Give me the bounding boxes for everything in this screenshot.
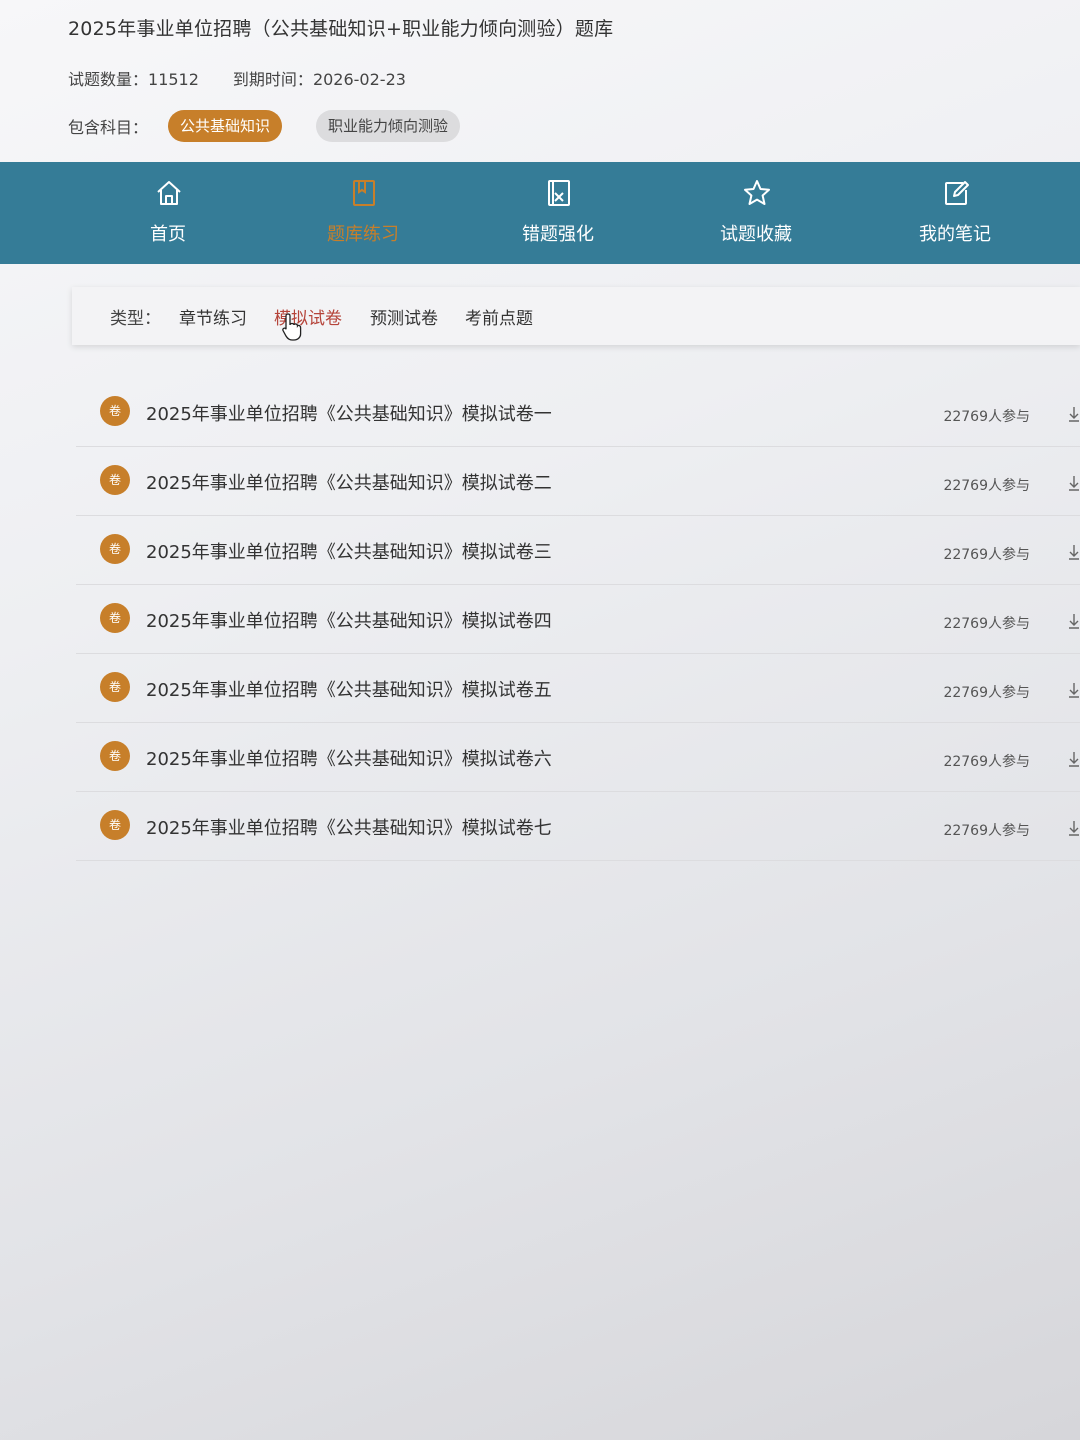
participant-count: 22769人参与 <box>943 547 1030 563</box>
subjects-row: 包含科目： 公共基础知识 职业能力倾向测验 <box>68 110 494 142</box>
expiry-label: 到期时间： <box>232 70 313 89</box>
subjects-label: 包含科目： <box>68 118 149 137</box>
filter-label: 类型： <box>110 309 161 329</box>
filter-option-key-points[interactable]: 考前点题 <box>465 304 533 329</box>
list-item[interactable]: 卷 2025年事业单位招聘《公共基础知识》模拟试卷三 22769人参与 <box>76 516 1080 585</box>
paper-title[interactable]: 2025年事业单位招聘《公共基础知识》模拟试卷二 <box>146 469 552 495</box>
paper-title[interactable]: 2025年事业单位招聘《公共基础知识》模拟试卷五 <box>146 676 552 702</box>
participant-count: 22769人参与 <box>943 616 1030 632</box>
participant-count: 22769人参与 <box>943 478 1030 494</box>
nav-label-practice: 题库练习 <box>327 224 399 245</box>
participant-count: 22769人参与 <box>943 685 1030 701</box>
question-bank-header: 2025年事业单位招聘（公共基础知识+职业能力倾向测验）题库 试题数量：1151… <box>0 0 1080 162</box>
nav-label-home: 首页 <box>150 224 186 245</box>
participant-count: 22769人参与 <box>943 754 1030 770</box>
home-icon <box>157 181 181 205</box>
question-count-label: 试题数量： <box>68 70 149 89</box>
download-icon[interactable] <box>1068 611 1080 629</box>
nav-item-notes[interactable]: 我的笔记 <box>880 162 1030 264</box>
subject-pill-aptitude-test[interactable]: 职业能力倾向测验 <box>316 110 461 142</box>
nav-item-wrong-questions[interactable]: 错题强化 <box>483 162 633 264</box>
paper-badge: 卷 <box>100 396 130 426</box>
nav-label-notes: 我的笔记 <box>919 224 991 245</box>
participant-count: 22769人参与 <box>943 823 1030 839</box>
nav-item-practice[interactable]: 题库练习 <box>288 162 438 264</box>
main-nav: 首页 题库练习 错题强化 试题收藏 我的笔记 <box>0 162 1080 264</box>
filter-option-forecast[interactable]: 预测试卷 <box>370 304 438 329</box>
subject-pill-public-knowledge[interactable]: 公共基础知识 <box>168 110 283 142</box>
list-item[interactable]: 卷 2025年事业单位招聘《公共基础知识》模拟试卷二 22769人参与 <box>76 447 1080 516</box>
list-item[interactable]: 卷 2025年事业单位招聘《公共基础知识》模拟试卷一 22769人参与 <box>76 378 1080 447</box>
nav-item-home[interactable]: 首页 <box>93 162 243 264</box>
page-title: 2025年事业单位招聘（公共基础知识+职业能力倾向测验）题库 <box>68 18 614 40</box>
filter-option-chapter[interactable]: 章节练习 <box>179 304 247 329</box>
edit-note-icon <box>945 181 969 205</box>
question-count: 试题数量：11512 <box>68 66 199 90</box>
star-icon <box>744 180 770 205</box>
paper-badge: 卷 <box>100 534 130 564</box>
paper-title[interactable]: 2025年事业单位招聘《公共基础知识》模拟试卷三 <box>146 538 552 564</box>
download-icon[interactable] <box>1068 542 1080 560</box>
list-item[interactable]: 卷 2025年事业单位招聘《公共基础知识》模拟试卷四 22769人参与 <box>76 585 1080 654</box>
paper-title[interactable]: 2025年事业单位招聘《公共基础知识》模拟试卷七 <box>146 814 552 840</box>
nav-item-favorites[interactable]: 试题收藏 <box>681 162 831 264</box>
list-item[interactable]: 卷 2025年事业单位招聘《公共基础知识》模拟试卷七 22769人参与 <box>76 792 1080 861</box>
paper-badge: 卷 <box>100 465 130 495</box>
download-icon[interactable] <box>1068 749 1080 767</box>
download-icon[interactable] <box>1068 680 1080 698</box>
paper-title[interactable]: 2025年事业单位招聘《公共基础知识》模拟试卷一 <box>146 400 552 426</box>
paper-badge: 卷 <box>100 672 130 702</box>
download-icon[interactable] <box>1068 818 1080 836</box>
wrong-question-icon <box>548 180 570 206</box>
download-icon[interactable] <box>1068 404 1080 422</box>
mock-exam-list: 卷 2025年事业单位招聘《公共基础知识》模拟试卷一 22769人参与 卷 20… <box>76 378 1080 861</box>
expiry-value: 2026-02-23 <box>312 70 406 89</box>
paper-title[interactable]: 2025年事业单位招聘《公共基础知识》模拟试卷六 <box>146 745 552 771</box>
list-item[interactable]: 卷 2025年事业单位招聘《公共基础知识》模拟试卷六 22769人参与 <box>76 723 1080 792</box>
expiry-date: 到期时间：2026-02-23 <box>233 66 406 90</box>
paper-badge: 卷 <box>100 741 130 771</box>
paper-badge: 卷 <box>100 810 130 840</box>
nav-label-favorites: 试题收藏 <box>720 224 792 245</box>
hand-cursor-icon <box>282 313 302 341</box>
nav-label-wrong-questions: 错题强化 <box>522 224 594 245</box>
paper-title[interactable]: 2025年事业单位招聘《公共基础知识》模拟试卷四 <box>146 607 552 633</box>
participant-count: 22769人参与 <box>943 409 1030 425</box>
download-icon[interactable] <box>1068 473 1080 491</box>
type-filter-bar: 类型： 章节练习 模拟试卷 预测试卷 考前点题 <box>72 287 1080 345</box>
paper-badge: 卷 <box>100 603 130 633</box>
meta-info: 试题数量：11512 到期时间：2026-02-23 <box>68 66 406 90</box>
book-icon <box>353 180 375 206</box>
list-item[interactable]: 卷 2025年事业单位招聘《公共基础知识》模拟试卷五 22769人参与 <box>76 654 1080 723</box>
question-count-value: 11512 <box>148 70 199 89</box>
